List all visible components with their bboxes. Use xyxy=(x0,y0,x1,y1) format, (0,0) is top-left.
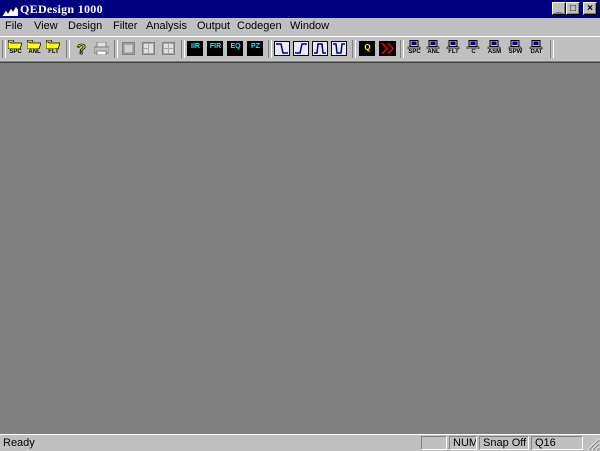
printer-icon xyxy=(94,42,109,55)
menu-design[interactable]: Design xyxy=(68,20,102,32)
toolbar-separator xyxy=(268,40,272,58)
computer-icon xyxy=(407,40,421,49)
open-anl-label: ANL xyxy=(28,49,41,55)
codegen-flt-label: FLT xyxy=(448,49,459,55)
computer-icon xyxy=(508,40,522,49)
run-button[interactable] xyxy=(378,39,397,58)
design-pz-label: PZ xyxy=(251,43,260,50)
menu-output[interactable]: Output xyxy=(197,20,230,32)
codegen-spw-label: SPW xyxy=(508,49,523,55)
bandstop-icon xyxy=(333,43,345,54)
layout-2-icon xyxy=(142,42,155,55)
folder-icon xyxy=(8,40,22,49)
design-eq-label: EQ xyxy=(230,43,241,50)
design-iir-label: IIR xyxy=(191,43,200,50)
toolbar-separator xyxy=(400,40,404,58)
toolbar-separator xyxy=(352,40,356,58)
lowpass-icon xyxy=(276,43,288,54)
layout-tile-button[interactable] xyxy=(139,39,158,58)
title-bar: QEDesign 1000 _ □ × xyxy=(0,0,600,18)
layout-4-icon xyxy=(162,42,175,55)
lowpass-button[interactable] xyxy=(273,39,292,58)
status-bar: Ready NUM Snap Off Q16 xyxy=(0,434,600,451)
codegen-asm-button[interactable]: ASM xyxy=(485,39,504,58)
design-fir-button[interactable]: FIR xyxy=(206,39,225,58)
codegen-dat-label: DAT xyxy=(530,49,543,55)
toolbar-separator xyxy=(114,40,118,58)
svg-text:?: ? xyxy=(77,41,86,56)
toolbar: SPC ANL FLT ? IIR FIR EQ PZ Q SPC ANL FL… xyxy=(0,36,600,62)
print-button[interactable] xyxy=(92,39,111,58)
toolbar-separator xyxy=(66,40,70,58)
folder-icon xyxy=(46,40,60,49)
design-fir-label: FIR xyxy=(209,43,222,50)
size-grip-icon[interactable] xyxy=(586,437,600,451)
double-chevron-icon xyxy=(379,41,396,56)
computer-icon xyxy=(487,40,501,49)
codegen-asm-label: ASM xyxy=(487,49,502,55)
minimize-button[interactable]: _ xyxy=(552,2,566,15)
folder-icon xyxy=(27,40,41,49)
computer-icon xyxy=(466,40,480,49)
menu-view[interactable]: View xyxy=(34,20,58,32)
window-title: QEDesign 1000 xyxy=(20,2,103,16)
status-panel-num: NUM xyxy=(449,436,477,450)
app-logo-icon[interactable] xyxy=(2,1,18,17)
design-pz-button[interactable]: PZ xyxy=(246,39,265,58)
codegen-c-label: C xyxy=(471,49,476,55)
codegen-spc-label: SPC xyxy=(408,49,421,55)
menu-bar: File View Design Filter Analysis Output … xyxy=(0,18,600,36)
codegen-anl-button[interactable]: ANL xyxy=(424,39,443,58)
computer-icon xyxy=(529,40,543,49)
codegen-flt-button[interactable]: FLT xyxy=(444,39,463,58)
menu-analysis[interactable]: Analysis xyxy=(146,20,187,32)
codegen-dat-button[interactable]: DAT xyxy=(527,39,546,58)
open-spc-button[interactable]: SPC xyxy=(6,39,25,58)
design-iir-button[interactable]: IIR xyxy=(186,39,205,58)
codegen-anl-label: ANL xyxy=(427,49,440,55)
layout-single-button[interactable] xyxy=(119,39,138,58)
maximize-button[interactable]: □ xyxy=(566,2,580,15)
codegen-spc-button[interactable]: SPC xyxy=(405,39,424,58)
highpass-button[interactable] xyxy=(292,39,311,58)
status-panel-caps xyxy=(421,436,447,450)
open-flt-label: FLT xyxy=(48,49,59,55)
menu-file[interactable]: File xyxy=(5,20,23,32)
menu-window[interactable]: Window xyxy=(290,20,329,32)
bandpass-icon xyxy=(314,43,326,54)
bandstop-button[interactable] xyxy=(330,39,349,58)
highpass-icon xyxy=(295,43,307,54)
status-panel-quant: Q16 xyxy=(531,436,583,450)
bandpass-button[interactable] xyxy=(311,39,330,58)
question-icon: ? xyxy=(77,41,87,56)
open-anl-button[interactable]: ANL xyxy=(25,39,44,58)
toolbar-separator xyxy=(550,40,554,58)
layout-1-icon xyxy=(122,42,135,55)
mdi-workspace[interactable] xyxy=(0,62,600,434)
close-button[interactable]: × xyxy=(583,2,597,15)
codegen-c-button[interactable]: C xyxy=(464,39,483,58)
status-text: Ready xyxy=(3,437,35,449)
toolbar-separator xyxy=(181,40,185,58)
quantize-label: Q xyxy=(364,43,371,52)
menu-codegen[interactable]: Codegen xyxy=(237,20,282,32)
layout-quad-button[interactable] xyxy=(159,39,178,58)
codegen-spw-button[interactable]: SPW xyxy=(506,39,525,58)
design-eq-button[interactable]: EQ xyxy=(226,39,245,58)
open-flt-button[interactable]: FLT xyxy=(44,39,63,58)
status-panel-snap: Snap Off xyxy=(479,436,529,450)
computer-icon xyxy=(446,40,460,49)
computer-icon xyxy=(426,40,440,49)
quantize-button[interactable]: Q xyxy=(358,39,377,58)
open-spc-label: SPC xyxy=(9,49,22,55)
menu-filter[interactable]: Filter xyxy=(113,20,137,32)
help-button[interactable]: ? xyxy=(72,39,91,58)
